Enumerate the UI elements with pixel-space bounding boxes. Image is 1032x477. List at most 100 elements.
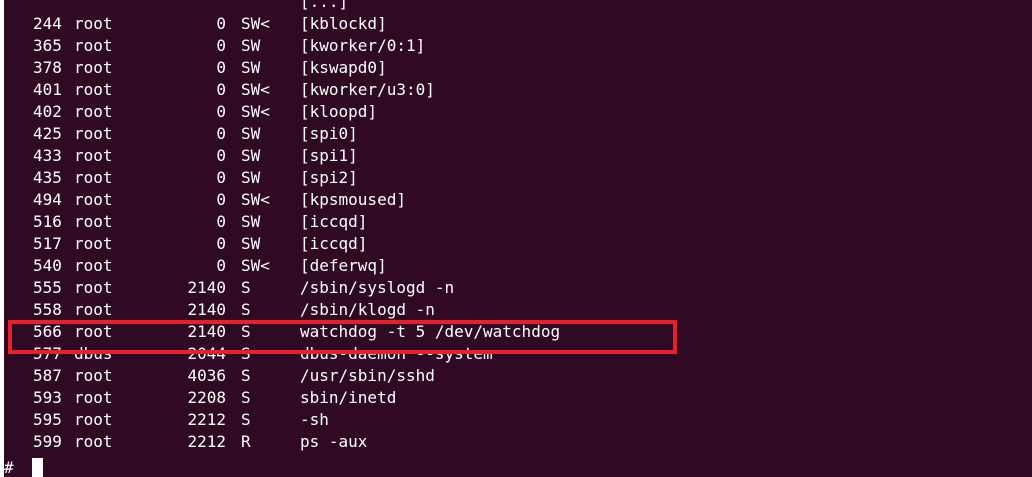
command-cell: dbus-daemon --system — [300, 344, 493, 363]
process-row: 401 root 0 SW< [kworker/u3:0] — [0, 79, 1032, 101]
stat-cell: S — [241, 388, 251, 407]
user-cell: root — [74, 14, 113, 33]
stat-cell: SW< — [241, 190, 270, 209]
command-cell: [kworker/u3:0] — [300, 80, 435, 99]
user-cell: root — [74, 388, 113, 407]
command-cell: [iccqd] — [300, 212, 368, 231]
vsz-cell: 0 — [216, 146, 226, 165]
vsz-cell: 2212 — [187, 410, 226, 429]
process-row: 402 root 0 SW< [kloopd] — [0, 101, 1032, 123]
shell-prompt: # — [4, 458, 14, 477]
command-cell: -sh — [300, 410, 329, 429]
terminal-window[interactable]: [...] 244 root 0 SW< [kblockd] 365 root … — [0, 0, 1032, 477]
process-row: 425 root 0 SW [spi0] — [0, 123, 1032, 145]
process-row: 244 root 0 SW< [kblockd] — [0, 13, 1032, 35]
process-row: [...] — [0, 0, 1032, 13]
pid-cell: 433 — [33, 146, 62, 165]
pid-cell: 566 — [33, 322, 62, 341]
command-cell: /sbin/klogd -n — [300, 300, 435, 319]
command-cell: [spi2] — [300, 168, 358, 187]
vsz-cell: 2140 — [187, 300, 226, 319]
stat-cell: SW< — [241, 256, 270, 275]
pid-cell: 558 — [33, 300, 62, 319]
stat-cell: S — [241, 410, 251, 429]
pid-cell: 599 — [33, 432, 62, 451]
user-cell: root — [74, 102, 113, 121]
pid-cell: 555 — [33, 278, 62, 297]
process-row: 378 root 0 SW [kswapd0] — [0, 57, 1032, 79]
vsz-cell: 4036 — [187, 366, 226, 385]
command-cell: ps -aux — [300, 432, 368, 451]
stat-cell: R — [241, 432, 251, 451]
pid-cell: 244 — [33, 14, 62, 33]
vsz-cell: 0 — [216, 256, 226, 275]
stat-cell: S — [241, 322, 251, 341]
vsz-cell: 0 — [216, 190, 226, 209]
user-cell: root — [74, 168, 113, 187]
pid-cell: 516 — [33, 212, 62, 231]
user-cell: root — [74, 212, 113, 231]
user-cell: dbus — [74, 344, 113, 363]
command-cell: [deferwq] — [300, 256, 387, 275]
stat-cell: SW — [241, 212, 261, 231]
process-row: 494 root 0 SW< [kpsmoused] — [0, 189, 1032, 211]
vsz-cell: 2044 — [187, 344, 226, 363]
command-cell: /usr/sbin/sshd — [300, 366, 435, 385]
command-cell: [kworker/0:1] — [300, 36, 426, 55]
user-cell: root — [74, 80, 113, 99]
command-cell: [kloopd] — [300, 102, 378, 121]
process-row: 599 root 2212 R ps -aux — [0, 431, 1032, 453]
vsz-cell: 0 — [216, 212, 226, 231]
user-cell: root — [74, 124, 113, 143]
process-row: 593 root 2208 S sbin/inetd — [0, 387, 1032, 409]
process-row: 435 root 0 SW [spi2] — [0, 167, 1032, 189]
pid-cell: 517 — [33, 234, 62, 253]
user-cell: root — [74, 58, 113, 77]
vsz-cell: 0 — [216, 234, 226, 253]
command-cell: [kblockd] — [300, 14, 387, 33]
user-cell: root — [74, 190, 113, 209]
pid-cell: 401 — [33, 80, 62, 99]
stat-cell: S — [241, 344, 251, 363]
command-cell: [...] — [300, 0, 349, 11]
pid-cell: 595 — [33, 410, 62, 429]
vsz-cell: 0 — [216, 14, 226, 33]
stat-cell: SW — [241, 168, 261, 187]
vsz-cell: 2140 — [187, 278, 226, 297]
stat-cell: SW — [241, 146, 261, 165]
vsz-cell: 2208 — [187, 388, 226, 407]
stat-cell: SW< — [241, 102, 270, 121]
stat-cell: S — [241, 278, 251, 297]
vsz-cell: 2140 — [187, 322, 226, 341]
stat-cell: SW< — [241, 14, 270, 33]
stat-cell: SW — [241, 234, 261, 253]
user-cell: root — [74, 146, 113, 165]
process-row: 595 root 2212 S -sh — [0, 409, 1032, 431]
pid-cell: 577 — [33, 344, 62, 363]
command-cell: [kpsmoused] — [300, 190, 406, 209]
process-row: 558 root 2140 S /sbin/klogd -n — [0, 299, 1032, 321]
user-cell: root — [74, 366, 113, 385]
vsz-cell: 0 — [216, 124, 226, 143]
vsz-cell: 0 — [216, 58, 226, 77]
process-row: 365 root 0 SW [kworker/0:1] — [0, 35, 1032, 57]
text-cursor[interactable] — [32, 458, 43, 477]
user-cell: root — [74, 300, 113, 319]
command-cell: [kswapd0] — [300, 58, 387, 77]
pid-cell: 365 — [33, 36, 62, 55]
stat-cell: SW — [241, 58, 261, 77]
pid-cell: 425 — [33, 124, 62, 143]
pid-cell: 378 — [33, 58, 62, 77]
stat-cell: SW< — [241, 80, 270, 99]
vsz-cell: 0 — [216, 168, 226, 187]
process-row: 587 root 4036 S /usr/sbin/sshd — [0, 365, 1032, 387]
user-cell: root — [74, 36, 113, 55]
command-cell: watchdog -t 5 /dev/watchdog — [300, 322, 561, 341]
user-cell: root — [74, 432, 113, 451]
process-row: 577 dbus 2044 S dbus-daemon --system — [0, 343, 1032, 365]
command-cell: sbin/inetd — [300, 388, 397, 407]
command-cell: /sbin/syslogd -n — [300, 278, 455, 297]
user-cell: root — [74, 256, 113, 275]
stat-cell: S — [241, 300, 251, 319]
command-cell: [spi1] — [300, 146, 358, 165]
